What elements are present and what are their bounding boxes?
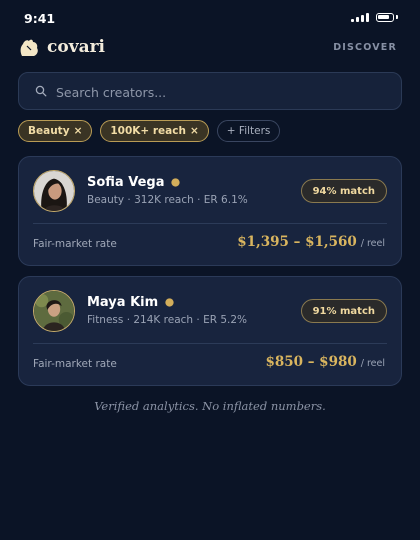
- status-bar: 9:41: [0, 0, 420, 34]
- rate-wrap: $1,395 – $1,560 / reel: [237, 234, 385, 250]
- filter-chip-label: 100K+ reach: [110, 125, 186, 137]
- avatar-photo: [34, 291, 74, 331]
- tagline: Verified analytics. No inflated numbers.: [94, 399, 326, 413]
- battery-cap: [396, 15, 398, 19]
- filter-chip-beauty[interactable]: Beauty ×: [18, 120, 93, 142]
- filter-chips: Beauty × 100K+ reach × + Filters: [18, 120, 281, 142]
- brand-name[interactable]: covari: [47, 37, 105, 57]
- avatar-photo: [34, 171, 74, 211]
- logo-icon: [20, 39, 38, 56]
- status-icons: [351, 12, 398, 22]
- creator-name[interactable]: Sofia Vega: [87, 175, 164, 190]
- rate-label: Fair-market rate: [33, 358, 117, 370]
- creator-card[interactable]: Sofia Vega Beauty · 312K reach · ER 6.1%…: [18, 156, 402, 266]
- rate-unit: / reel: [360, 358, 385, 369]
- creator-meta: Beauty · 312K reach · ER 6.1%: [87, 194, 248, 206]
- divider: [33, 223, 387, 224]
- rate-wrap: $850 – $980 / reel: [265, 354, 385, 370]
- filter-chip-reach[interactable]: 100K+ reach ×: [100, 120, 209, 142]
- discover-link[interactable]: DISCOVER: [333, 42, 397, 53]
- search-icon: [35, 85, 47, 97]
- search-bar[interactable]: [18, 72, 402, 110]
- battery-icon: [376, 12, 394, 22]
- rate-label: Fair-market rate: [33, 238, 117, 250]
- rate-unit: / reel: [360, 238, 385, 249]
- creator-card[interactable]: Maya Kim Fitness · 214K reach · ER 5.2% …: [18, 276, 402, 386]
- remove-filter-icon[interactable]: ×: [74, 125, 83, 137]
- divider: [33, 343, 387, 344]
- search-input[interactable]: [56, 82, 386, 102]
- match-badge: 94% match: [300, 179, 387, 203]
- add-filter-button[interactable]: + Filters: [216, 120, 281, 142]
- status-time: 9:41: [24, 11, 56, 26]
- rate-value: $850 – $980: [265, 354, 357, 370]
- verified-badge-icon: [165, 298, 174, 307]
- verified-badge-icon: [171, 178, 181, 187]
- creator-meta: Fitness · 214K reach · ER 5.2%: [87, 314, 248, 326]
- match-badge: 91% match: [300, 299, 387, 323]
- avatar: [33, 290, 75, 332]
- signal-icon: [351, 12, 369, 22]
- filter-chip-label: Beauty: [28, 125, 70, 137]
- creator-name[interactable]: Maya Kim: [87, 295, 158, 310]
- creator-name-row: Maya Kim: [87, 295, 174, 310]
- app-header: covari DISCOVER: [18, 37, 400, 60]
- rate-value: $1,395 – $1,560: [237, 234, 357, 250]
- remove-filter-icon[interactable]: ×: [190, 125, 199, 137]
- avatar: [33, 170, 75, 212]
- creator-name-row: Sofia Vega: [87, 175, 181, 190]
